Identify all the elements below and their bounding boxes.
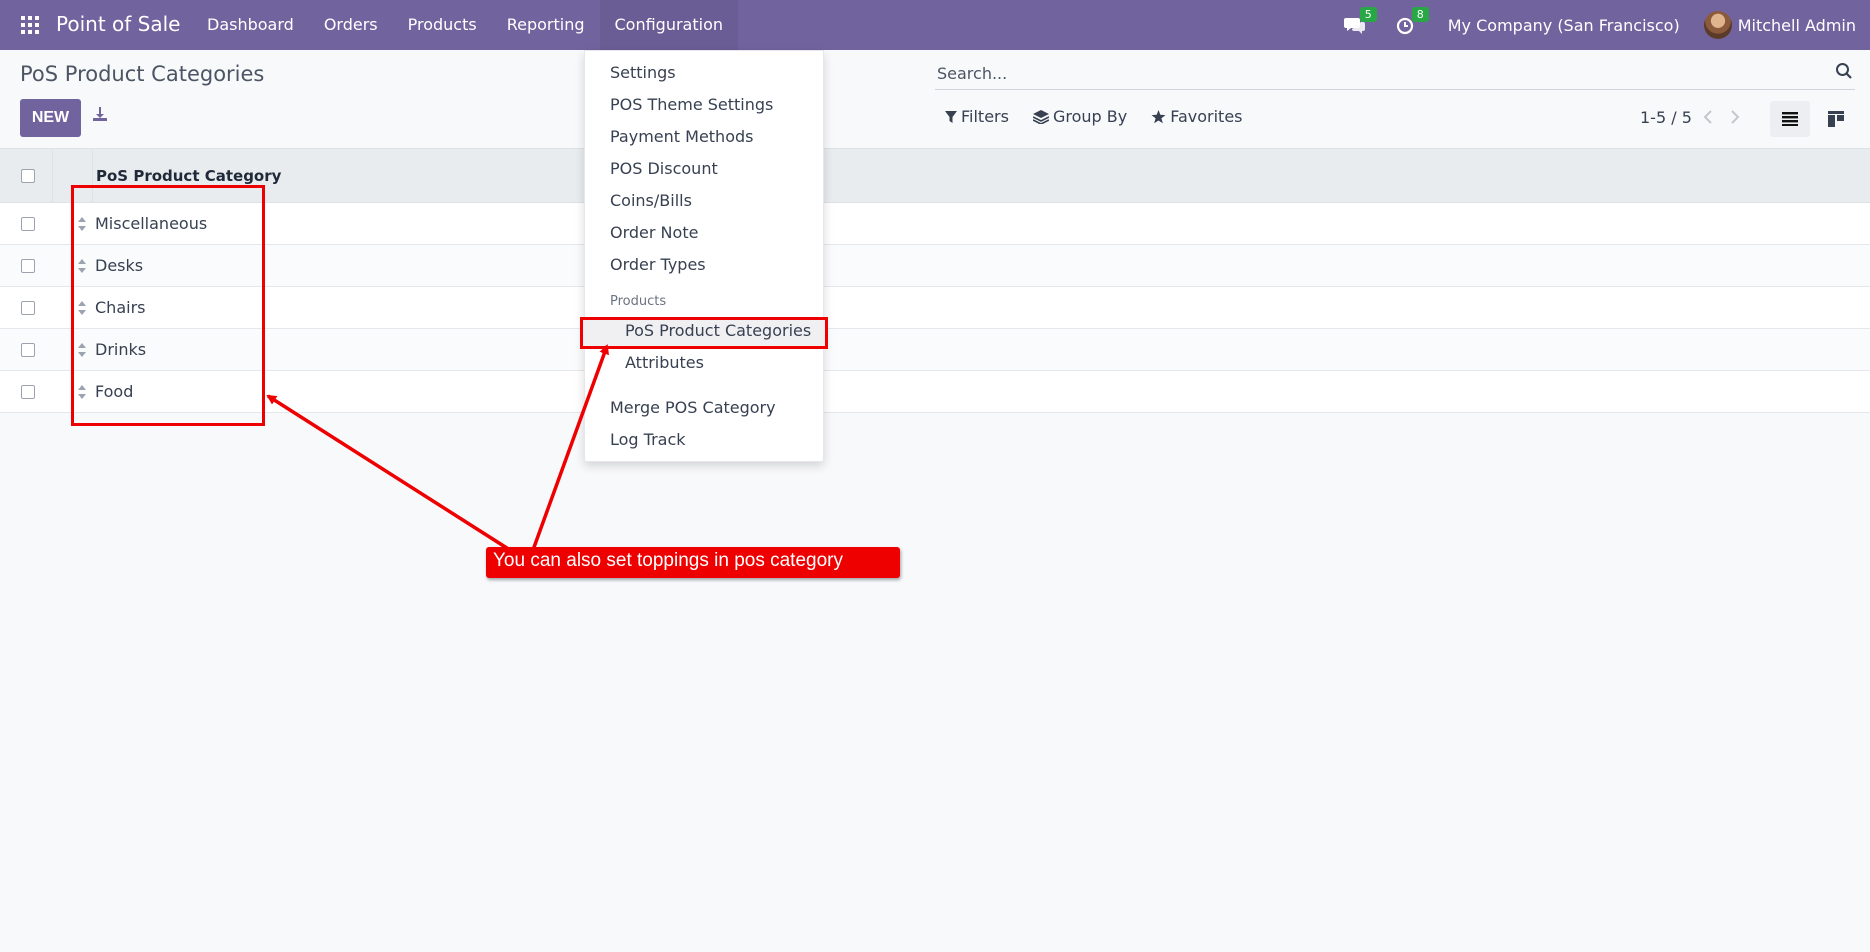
annotation-arrows (266, 344, 609, 552)
menu-orders[interactable]: Orders (309, 0, 393, 50)
activities-badge: 8 (1411, 7, 1429, 22)
dropdown-item-pos-theme-settings[interactable]: POS Theme Settings (610, 95, 773, 114)
dropdown-item-log-track[interactable]: Log Track (610, 430, 686, 449)
user-menu[interactable]: Mitchell Admin (1738, 16, 1856, 35)
dropdown-item-coins-bills[interactable]: Coins/Bills (610, 191, 692, 210)
menu-products[interactable]: Products (393, 0, 492, 50)
annotation-arrow-to-list (266, 394, 511, 552)
search-icon[interactable] (1835, 62, 1853, 80)
row-checkbox[interactable] (21, 217, 35, 231)
page-title: PoS Product Categories (20, 62, 265, 86)
table-row[interactable]: Miscellaneous (0, 203, 1870, 245)
dropdown-section-products: Products (610, 294, 667, 309)
menu-configuration[interactable]: Configuration (599, 0, 739, 50)
column-header-category[interactable]: PoS Product Category (96, 167, 281, 185)
dropdown-item-merge-pos-category[interactable]: Merge POS Category (610, 398, 776, 417)
search-input[interactable] (937, 60, 1797, 86)
menu-reporting[interactable]: Reporting (492, 0, 600, 50)
kanban-view-button[interactable] (1818, 101, 1854, 137)
annotation-callout: You can also set toppings in pos categor… (486, 547, 900, 578)
dropdown-item-pos-product-categories[interactable]: PoS Product Categories (625, 321, 811, 340)
search-options: Filters Group By Favorites (945, 107, 1267, 126)
favorites-toggle[interactable]: Favorites (1151, 107, 1243, 126)
pager-next-icon[interactable] (1730, 109, 1744, 125)
filters-toggle[interactable]: Filters (945, 107, 1009, 126)
apps-menu-icon[interactable] (21, 16, 39, 34)
row-checkbox[interactable] (21, 259, 35, 273)
main-menu: Dashboard Orders Products Reporting Conf… (192, 0, 739, 50)
messages-icon[interactable]: 5 (1343, 7, 1377, 35)
row-checkbox[interactable] (21, 301, 35, 315)
messages-badge: 5 (1359, 7, 1377, 22)
new-button[interactable]: NEW (20, 99, 81, 137)
configuration-dropdown: Settings POS Theme Settings Payment Meth… (580, 50, 828, 462)
row-checkbox[interactable] (21, 385, 35, 399)
top-navbar: Point of Sale Dashboard Orders Products … (0, 0, 1870, 50)
kanban-view-icon (1828, 111, 1844, 127)
dropdown-item-order-types[interactable]: Order Types (610, 255, 706, 274)
group-by-toggle[interactable]: Group By (1032, 107, 1128, 126)
pager-value[interactable]: 1-5 / 5 (1640, 108, 1692, 127)
table-row[interactable]: Chairs (0, 287, 1870, 329)
dropdown-item-order-note[interactable]: Order Note (610, 223, 698, 242)
filters-label: Filters (961, 107, 1009, 126)
pager-previous-icon[interactable] (1703, 109, 1717, 125)
star-icon (1151, 109, 1166, 123)
table-row[interactable]: Drinks (0, 329, 1870, 371)
user-avatar[interactable] (1703, 11, 1732, 39)
dropdown-item-settings[interactable]: Settings (610, 63, 676, 82)
search-bar (935, 58, 1855, 90)
list-view-button[interactable] (1770, 101, 1810, 137)
dropdown-item-payment-methods[interactable]: Payment Methods (610, 127, 753, 146)
group-by-label: Group By (1052, 107, 1128, 126)
filter-icon (945, 110, 957, 123)
layers-icon (1032, 109, 1049, 124)
dropdown-item-attributes[interactable]: Attributes (625, 353, 704, 372)
activities-icon[interactable]: 8 (1396, 7, 1429, 35)
company-switcher[interactable]: My Company (San Francisco) (1448, 16, 1680, 35)
dropdown-item-pos-discount[interactable]: POS Discount (610, 159, 718, 178)
select-all-checkbox[interactable] (21, 169, 35, 183)
menu-dashboard[interactable]: Dashboard (192, 0, 309, 50)
row-checkbox[interactable] (21, 343, 35, 357)
app-brand[interactable]: Point of Sale (56, 12, 180, 36)
navbar-systray: 5 8 My Company (San Francisco) Mitchell … (1343, 0, 1856, 50)
table-row[interactable]: Food (0, 371, 1870, 413)
list-header: PoS Product Category (0, 148, 1870, 204)
category-list: PoS Product Category Miscellaneous Desks… (0, 148, 1870, 413)
list-view-icon (1782, 112, 1798, 126)
favorites-label: Favorites (1170, 107, 1243, 126)
annotation-box (71, 185, 265, 426)
table-row[interactable]: Desks (0, 245, 1870, 287)
download-icon[interactable] (92, 106, 112, 126)
